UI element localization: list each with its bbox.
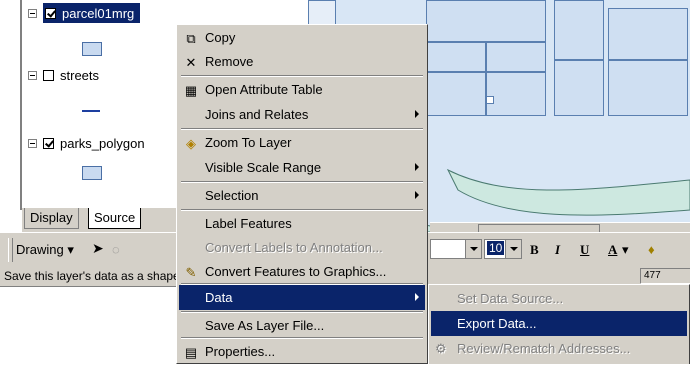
rotate-icon[interactable]: ◌ [112,242,120,257]
menu-item-label: Joins and Relates [205,107,309,122]
menu-item-label: Zoom To Layer [205,135,292,150]
convert-graphics-icon: ✎ [185,264,197,280]
menu-item-convert-labels-to-annotation[interactable]: Convert Labels to Annotation... [179,235,425,260]
layer-row-parks-polygon[interactable]: parks_polygon [28,132,178,154]
layer-row-parcel01mrg[interactable]: parcel01mrg [28,2,141,24]
table-icon: ▦ [184,82,198,98]
properties-icon: ▤ [184,344,198,360]
dropdown-arrow-icon: ▾ [67,242,74,257]
tab-display[interactable]: Display [24,208,79,229]
copy-icon: ⧉ [186,30,196,46]
geocode-icon: ⚙ [435,341,447,356]
menu-item-label: Remove [205,54,254,69]
menu-item-label: Review/Rematch Addresses... [457,341,631,356]
menu-item-properties[interactable]: ▤ Properties... [179,339,425,364]
data-submenu: Set Data Source... Export Data... ⚙ Revi… [428,284,690,364]
menu-item-label: Label Features [205,216,292,231]
menu-item-copy[interactable]: ⧉ Copy [179,25,425,50]
bold-button[interactable]: B [530,242,539,258]
underline-button[interactable]: U [580,242,589,258]
font-name-combo[interactable] [430,239,482,259]
coordinate-readout: 477 [640,268,690,284]
font-color-button[interactable]: A [608,242,617,258]
drawing-menu-button[interactable]: Drawing ▾ [16,242,74,258]
menu-item-label: Open Attribute Table [205,82,323,97]
layer-name: streets [60,67,100,83]
menu-item-label: Set Data Source... [457,291,564,306]
tab-source[interactable]: Source [88,208,142,229]
menu-item-visible-scale-range[interactable]: Visible Scale Range [179,155,425,180]
remove-x-icon: ✕ [185,54,197,70]
menu-item-selection[interactable]: Selection [179,183,425,208]
zoom-to-layer-icon: ◈ [186,135,196,151]
layer-row-streets[interactable]: streets [28,64,99,86]
submenu-arrow-icon [415,163,419,171]
submenu-arrow-icon [415,110,419,118]
menu-item-label: Export Data... [457,316,537,331]
menu-item-label: Properties... [205,344,276,359]
menu-item-label-features[interactable]: Label Features [179,211,425,236]
menu-item-save-as-layer-file[interactable]: Save As Layer File... [179,313,425,338]
layer-selected-highlight[interactable]: parcel01mrg [43,3,141,23]
menu-item-data[interactable]: Data [179,285,425,310]
layer-visibility-checkbox[interactable] [43,69,54,81]
menu-item-label: Visible Scale Range [205,160,322,175]
chevron-down-icon[interactable] [505,240,521,258]
submenu-item-set-data-source[interactable]: Set Data Source... [431,286,687,311]
collapse-toggle[interactable] [28,70,37,80]
menu-item-label: Copy [205,30,236,45]
menu-item-label: Save As Layer File... [205,318,325,333]
collapse-toggle[interactable] [28,8,37,18]
chevron-down-icon[interactable] [465,240,481,258]
polygon-symbol-swatch[interactable] [82,42,102,56]
layer-visibility-checkbox[interactable] [43,137,54,149]
select-elements-pointer-icon[interactable]: ➤ [92,240,104,257]
toolbar-grip[interactable] [8,238,13,262]
menu-item-open-attribute-table[interactable]: ▦ Open Attribute Table [179,77,425,102]
drawing-label: Drawing [16,242,64,257]
italic-button[interactable]: I [555,242,560,258]
layer-context-menu: ⧉ Copy ✕ Remove ▦ Open Attribute Table J… [176,24,428,364]
menu-item-zoom-to-layer[interactable]: ◈ Zoom To Layer [179,130,425,155]
submenu-item-review-rematch-addresses[interactable]: ⚙ Review/Rematch Addresses... [431,336,687,361]
layer-name: parcel01mrg [62,5,135,21]
layer-visibility-checkbox[interactable] [45,7,56,19]
menu-item-label: Selection [205,188,259,203]
menu-item-convert-features-to-graphics[interactable]: ✎ Convert Features to Graphics... [179,259,425,284]
polygon-symbol-swatch[interactable] [82,166,102,180]
menu-item-label: Data [205,290,233,305]
font-color-dropdown-icon[interactable]: ▾ [622,242,629,258]
menu-item-label: Convert Labels to Annotation... [205,240,383,255]
submenu-arrow-icon [415,293,419,301]
collapse-toggle[interactable] [28,138,37,148]
menu-item-remove[interactable]: ✕ Remove [179,49,425,74]
submenu-item-export-data[interactable]: Export Data... [431,311,687,336]
line-symbol-swatch[interactable] [82,110,100,112]
fill-color-icon[interactable]: ♦ [648,242,655,257]
menu-item-label: Convert Features to Graphics... [205,264,387,279]
menu-item-joins-and-relates[interactable]: Joins and Relates [179,102,425,127]
layer-name: parks_polygon [60,135,145,151]
font-size-combo[interactable]: 10 [484,239,522,259]
font-size-value: 10 [487,241,505,255]
submenu-arrow-icon [415,191,419,199]
